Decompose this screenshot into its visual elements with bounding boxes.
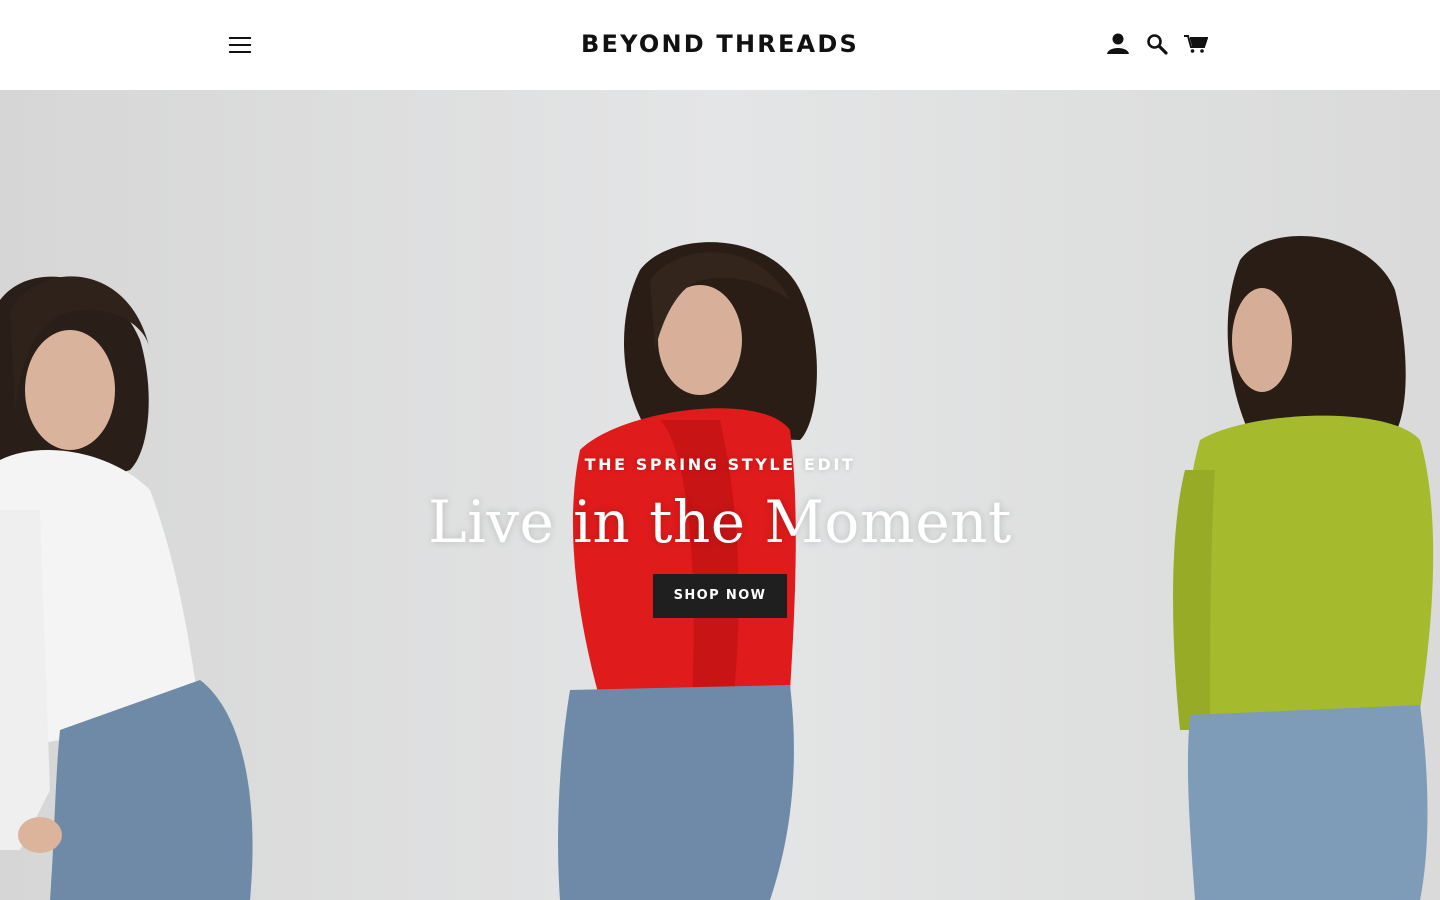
site-logo[interactable]: BEYOND THREADS: [581, 30, 859, 58]
hero-title: Live in the Moment: [428, 488, 1012, 556]
search-icon: [1147, 34, 1168, 55]
site-header: BEYOND THREADS: [0, 0, 1440, 90]
site-logo-wrap: BEYOND THREADS: [0, 30, 1440, 58]
hero-content: THE SPRING STYLE EDIT Live in the Moment…: [0, 455, 1440, 618]
menu-button[interactable]: [224, 29, 256, 61]
hero-banner[interactable]: THE SPRING STYLE EDIT Live in the Moment…: [0, 90, 1440, 900]
cart-button[interactable]: [1183, 31, 1209, 57]
user-account-icon: [1107, 33, 1129, 54]
account-button[interactable]: [1105, 31, 1131, 57]
search-button[interactable]: [1144, 31, 1170, 57]
hero-kicker: THE SPRING STYLE EDIT: [584, 455, 856, 474]
hamburger-menu-icon: [229, 37, 251, 53]
shopping-cart-icon: [1184, 35, 1208, 53]
shop-now-button[interactable]: SHOP NOW: [652, 574, 788, 618]
